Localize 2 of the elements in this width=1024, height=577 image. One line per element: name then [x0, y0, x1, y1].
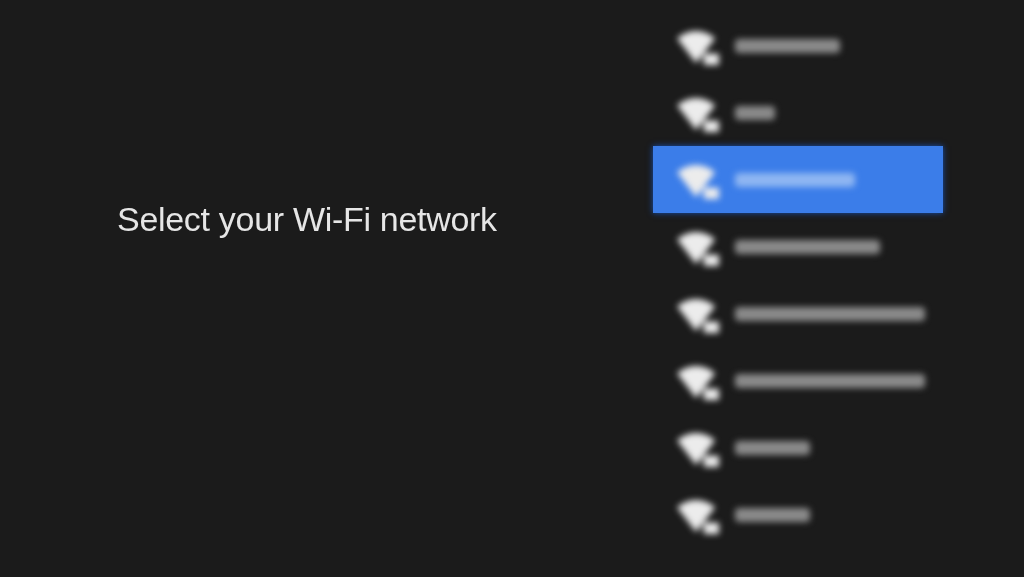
blurred-network-name [735, 105, 775, 120]
screen-heading: Select your Wi-Fi network [117, 200, 497, 240]
